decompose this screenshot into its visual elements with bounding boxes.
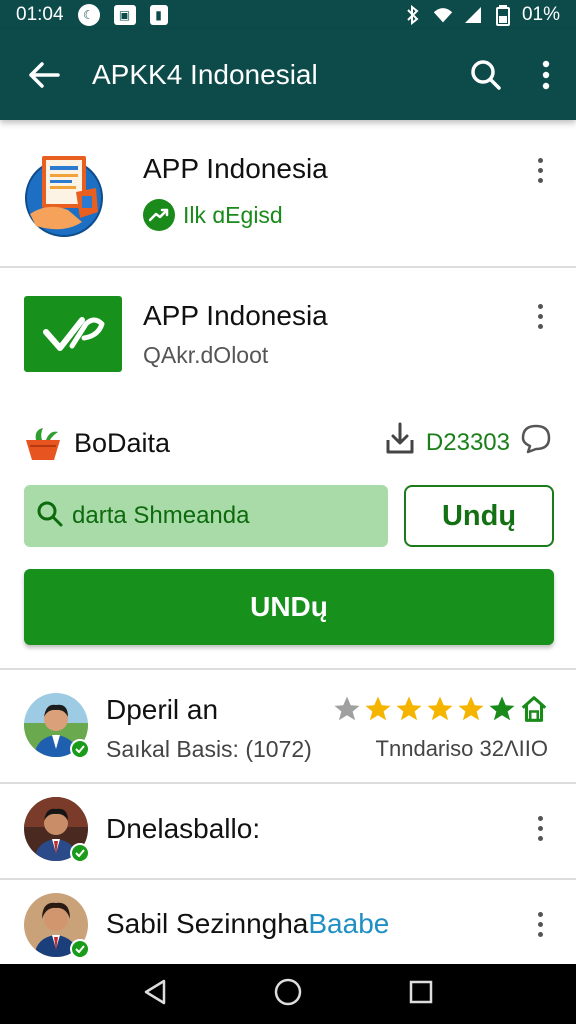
reviewer-subtitle: Saıkal Basis: (1072) (106, 736, 312, 762)
overflow-menu-icon[interactable] (534, 55, 558, 95)
status-time: 01:04 (16, 4, 64, 25)
review-more-icon[interactable] (526, 904, 554, 944)
system-nav-bar (0, 964, 576, 1024)
nav-home-icon[interactable] (273, 977, 303, 1012)
search-input[interactable] (72, 502, 372, 530)
battery-percent: 01% (521, 4, 560, 25)
download-hand-icon (384, 422, 416, 463)
divider (0, 668, 576, 670)
app-logo-check-icon (24, 296, 122, 372)
avatar (24, 893, 90, 959)
stats-label: BoDaita (74, 428, 171, 458)
reviewer-name-row: Sabil SezinnghaBaabe (106, 908, 389, 940)
review-more-icon[interactable] (526, 808, 554, 848)
app-name: APP Indonesia (143, 153, 328, 184)
verified-check-icon (70, 843, 90, 863)
back-arrow-icon[interactable] (22, 53, 66, 97)
signal-icon (462, 4, 484, 26)
star-filled-icon (458, 696, 484, 721)
search-field[interactable] (24, 485, 388, 547)
nav-recents-icon[interactable] (408, 979, 434, 1010)
notification-card-icon: ▮ (149, 5, 168, 25)
divider (0, 782, 576, 784)
reviewer-name-suffix: Baabe (308, 908, 390, 939)
home-icon (521, 696, 547, 722)
star-filled-icon (365, 696, 391, 721)
avatar (24, 693, 90, 759)
nav-back-icon[interactable] (142, 978, 168, 1011)
star-rating (332, 694, 550, 724)
comment-icon[interactable] (520, 423, 552, 462)
star-empty-icon (334, 696, 360, 721)
wifi-icon (432, 4, 454, 26)
star-filled-icon (427, 696, 453, 721)
download-outline-button[interactable]: Undų (404, 485, 554, 547)
app-subtitle: QAkr.dOloot (143, 342, 269, 368)
app-status-row: Ilk ɑEgisd (143, 199, 283, 231)
avatar (24, 797, 90, 863)
notification-image-icon: ▣ (113, 5, 136, 25)
app-bar-title: APKK4 Indonesial (92, 59, 318, 90)
divider (0, 878, 576, 880)
app-logo-document-icon (24, 152, 106, 240)
download-stats: D23303 (384, 422, 552, 463)
app-subtitle: Ilk ɑEgisd (183, 201, 283, 228)
app-name: APP Indonesia (143, 300, 328, 331)
trending-badge-icon (143, 199, 175, 231)
app-item-more-icon[interactable] (526, 150, 554, 190)
verified-check-icon (70, 739, 90, 759)
star-green-icon (489, 696, 515, 721)
star-filled-icon (396, 696, 422, 721)
app-bar: APKK4 Indonesial (0, 30, 576, 120)
basket-icon (24, 426, 62, 462)
app-item-more-icon[interactable] (526, 296, 554, 336)
search-icon[interactable] (466, 55, 506, 95)
search-icon (36, 500, 64, 533)
notification-moon-icon: ☾ (77, 4, 100, 26)
reviewer-name: Sabil Sezinngha (106, 908, 309, 939)
divider (0, 266, 576, 268)
verified-check-icon (70, 939, 90, 959)
download-count: D23303 (425, 428, 510, 456)
download-primary-button[interactable]: UNDų (24, 569, 554, 645)
bluetooth-icon (402, 4, 424, 26)
reviewer-meta: Tnndariso 32ΛΙΙΟ (375, 736, 548, 761)
reviewer-name: Dnelasballo: (106, 813, 261, 844)
battery-icon (492, 4, 514, 26)
reviewer-name: Dperil an (106, 694, 219, 725)
status-bar: 01:04 ☾ ▣ ▮ 01% (0, 0, 576, 30)
